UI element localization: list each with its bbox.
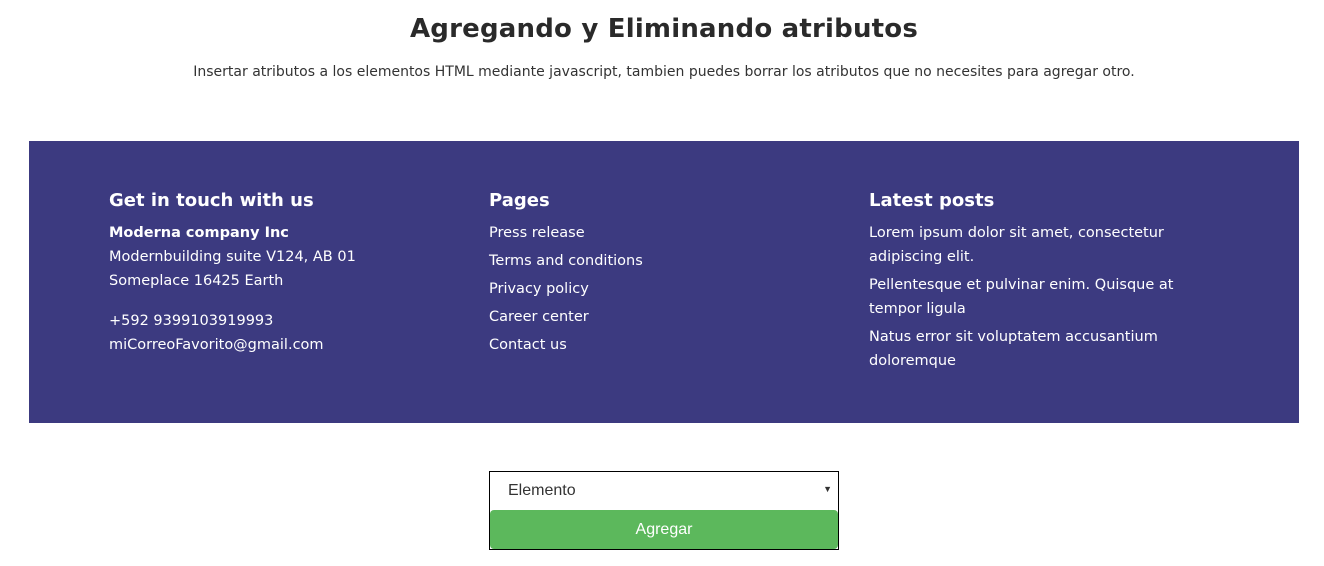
post-link-2[interactable]: Pellentesque et pulvinar enim. Quisque a… bbox=[869, 273, 1229, 321]
contact-column: Get in touch with us Moderna company Inc… bbox=[109, 189, 469, 357]
attribute-form: Elemento ▼ Agregar bbox=[489, 471, 839, 550]
add-button[interactable]: Agregar bbox=[490, 510, 838, 549]
link-terms-and-conditions[interactable]: Terms and conditions bbox=[489, 249, 849, 273]
element-select[interactable]: Elemento ▼ bbox=[490, 472, 838, 509]
pages-column: Pages Press release Terms and conditions… bbox=[489, 189, 849, 361]
address-line-2: Someplace 16425 Earth bbox=[109, 273, 284, 289]
email-address: miCorreoFavorito@gmail.com bbox=[109, 337, 324, 353]
posts-list: Lorem ipsum dolor sit amet, consectetur … bbox=[869, 221, 1229, 373]
page-title: Agregando y Eliminando atributos bbox=[409, 14, 919, 44]
footer-panel: Get in touch with us Moderna company Inc… bbox=[29, 141, 1299, 423]
address-line-1: Modernbuilding suite V124, AB 01 bbox=[109, 249, 356, 265]
link-press-release[interactable]: Press release bbox=[489, 221, 849, 245]
contact-heading: Get in touch with us bbox=[109, 190, 314, 211]
post-link-1[interactable]: Lorem ipsum dolor sit amet, consectetur … bbox=[869, 221, 1229, 269]
pages-link-list: Press release Terms and conditions Priva… bbox=[489, 221, 849, 357]
link-career-center[interactable]: Career center bbox=[489, 305, 849, 329]
posts-heading: Latest posts bbox=[869, 190, 995, 211]
contact-spacer bbox=[109, 293, 469, 309]
posts-column: Latest posts Lorem ipsum dolor sit amet,… bbox=[869, 189, 1229, 377]
link-privacy-policy[interactable]: Privacy policy bbox=[489, 277, 849, 301]
phone-number: +592 9399103919993 bbox=[109, 313, 274, 329]
pages-heading: Pages bbox=[489, 190, 550, 211]
link-contact-us[interactable]: Contact us bbox=[489, 333, 849, 357]
post-link-3[interactable]: Natus error sit voluptatem accusantium d… bbox=[869, 325, 1229, 373]
page-subtitle: Insertar atributos a los elementos HTML … bbox=[193, 64, 1135, 80]
company-name: Moderna company Inc bbox=[109, 225, 289, 241]
caret-down-icon: ▼ bbox=[823, 484, 832, 494]
element-select-value: Elemento bbox=[508, 482, 576, 499]
